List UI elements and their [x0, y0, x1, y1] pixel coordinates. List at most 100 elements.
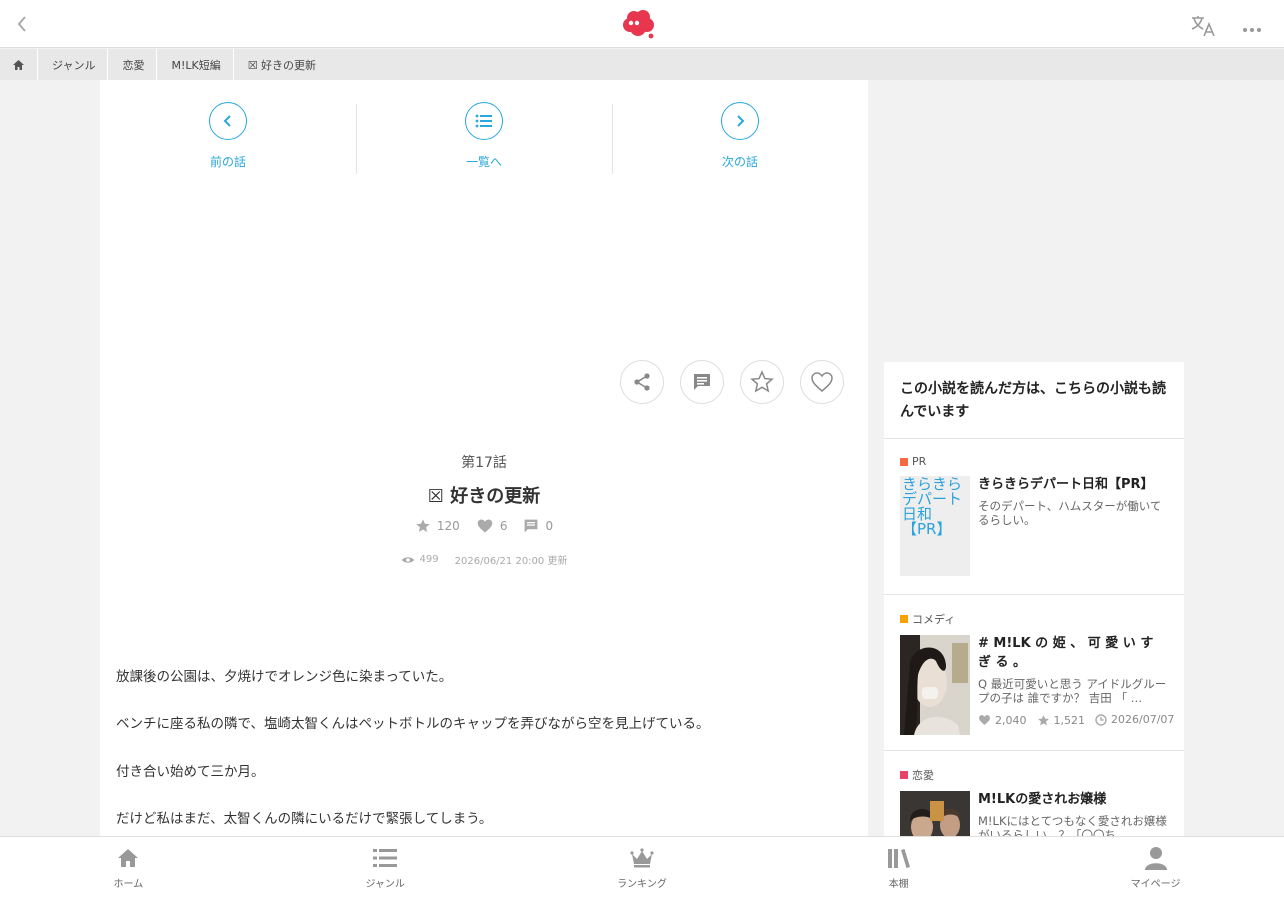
- breadcrumb-label: ☒ 好きの更新: [247, 58, 317, 72]
- tab-label: ランキング: [617, 879, 667, 890]
- back-button[interactable]: [10, 12, 34, 36]
- next-circle[interactable]: [721, 102, 759, 140]
- tab-bookshelf[interactable]: 本棚: [770, 837, 1027, 900]
- star-count-value: 1,521: [1053, 713, 1086, 727]
- list-icon: [372, 845, 398, 871]
- episode-stats: 120 6 0: [100, 518, 868, 534]
- episode-list-button[interactable]: 一覧へ: [356, 102, 612, 176]
- chevron-left-icon: [223, 115, 231, 127]
- translate-button[interactable]: [1190, 14, 1218, 38]
- cloud-logo: [623, 10, 654, 39]
- home-icon: [13, 59, 24, 70]
- breadcrumb-home[interactable]: [0, 49, 37, 80]
- breadcrumb-current: ☒ 好きの更新: [232, 49, 329, 80]
- like-count-value: 6: [499, 519, 508, 533]
- home-icon: [115, 845, 141, 871]
- genre-label: PR: [912, 455, 927, 469]
- breadcrumb: ジャンル 恋愛 M!LK短編 ☒ 好きの更新: [0, 49, 1284, 80]
- star-icon: [1037, 714, 1049, 725]
- view-count: 499: [401, 552, 439, 567]
- body-paragraph: 付き合い始めて三か月。: [116, 763, 265, 780]
- tab-ranking[interactable]: ランキング: [514, 837, 771, 900]
- clock-icon: [1095, 714, 1107, 726]
- recommendation-description: Q 最近可愛いと思う アイドルグループの子は 誰ですか？ 吉田 「 …: [978, 676, 1167, 706]
- share-icon: [634, 373, 650, 391]
- updated-date: 2026/06/21 20:00 更新: [454, 556, 568, 567]
- prev-circle[interactable]: [209, 102, 247, 140]
- body-paragraph: 放課後の公園は、夕焼けでオレンジ色に染まっていた。: [116, 669, 453, 685]
- recommendation-item[interactable]: コメディ # M!LK の 姫 、 可 愛 い す ぎ る 。 Q 最近可愛いと…: [884, 595, 1184, 752]
- tab-label: マイページ: [1130, 879, 1181, 890]
- comment-count-value: 0: [545, 519, 554, 533]
- genre-color-dot: [900, 615, 908, 624]
- like-button[interactable]: [800, 360, 844, 404]
- genre-label: コメディ: [912, 613, 956, 627]
- next-episode-label[interactable]: 次の話: [722, 153, 758, 170]
- user-icon: [1143, 845, 1169, 871]
- prev-episode-label[interactable]: 前の話: [210, 153, 246, 170]
- heart-icon: [979, 715, 990, 725]
- chevron-left-icon: [17, 16, 26, 32]
- prev-episode-button[interactable]: 前の話: [100, 102, 356, 176]
- cover-photo: [900, 635, 970, 736]
- list-circle[interactable]: [465, 102, 503, 140]
- episode-navigation: 前の話 一覧へ 次の話: [100, 102, 868, 176]
- breadcrumb-label: 恋愛: [122, 58, 145, 72]
- like-count-value: 2,040: [995, 713, 1027, 727]
- next-episode-button[interactable]: 次の話: [612, 102, 868, 176]
- genre-tag: 恋愛: [900, 767, 1168, 783]
- more-button[interactable]: [1240, 20, 1264, 32]
- recommendation-item[interactable]: 恋愛 M!LKの愛されお嬢様 M!LKにはとてつもなく愛されお嬢様がいるらしい……: [884, 751, 1184, 836]
- genre-color-dot: [900, 457, 908, 466]
- top-header: [0, 0, 1284, 48]
- cover-photo: [900, 791, 970, 836]
- breadcrumb-label: M!LK短編: [171, 58, 221, 72]
- update-date-value: 2026/07/07: [1111, 713, 1175, 727]
- episode-actions: [620, 360, 844, 404]
- star-icon: [416, 519, 430, 532]
- more-horizontal-icon: [1243, 28, 1261, 32]
- breadcrumb-genre[interactable]: ジャンル: [37, 49, 108, 80]
- episode-body: 放課後の公園は、夕焼けでオレンジ色に染まっていた。 ベンチに座る私の隣で、塩崎太…: [116, 668, 846, 836]
- cover-image[interactable]: [900, 791, 970, 836]
- genre-color-dot: [900, 771, 908, 780]
- bookmark-star-button[interactable]: [740, 360, 784, 404]
- tab-home[interactable]: ホーム: [0, 837, 257, 900]
- recommendation-item[interactable]: PR きらきらデパート日和【PR】 きらきらデパート日和【PR】 そのデパート、…: [884, 439, 1184, 596]
- star-count: 120: [415, 518, 460, 534]
- translate-icon: [1191, 16, 1215, 37]
- recommendation-title[interactable]: # M!LK の 姫 、 可 愛 い す ぎ る 。: [978, 635, 1168, 673]
- chevron-right-icon: [737, 115, 745, 127]
- share-button[interactable]: [620, 360, 664, 404]
- star-count-value: 120: [436, 519, 460, 533]
- sidebar-heading: この小説を読んだ方は、こちらの小説も読んでいます: [884, 362, 1184, 440]
- recommendation-title[interactable]: M!LKの愛されお嬢様: [978, 791, 1168, 810]
- update-date: 2026/07/07: [1095, 713, 1175, 727]
- breadcrumb-series[interactable]: M!LK短編: [156, 49, 233, 80]
- episode-list-label[interactable]: 一覧へ: [466, 153, 502, 170]
- eye-icon: [401, 556, 414, 563]
- star-icon: [750, 370, 774, 393]
- comment-count: 0: [523, 518, 553, 534]
- like-count: 2,040: [978, 714, 1027, 727]
- tab-genre[interactable]: ジャンル: [257, 837, 514, 900]
- site-logo[interactable]: [622, 8, 656, 40]
- recommendation-description: M!LKにはとてつもなく愛されお嬢様がいるらしい…？「〇〇ち: [978, 814, 1167, 836]
- cover-image[interactable]: [900, 635, 970, 736]
- episode-panel: 前の話 一覧へ 次の話 第17話 ☒ 好きの更新 120 6 0 499 202…: [100, 80, 868, 836]
- tab-mypage[interactable]: マイページ: [1027, 837, 1284, 900]
- view-count-value: 499: [419, 554, 439, 565]
- tab-label: 本棚: [888, 879, 909, 890]
- body-paragraph: ベンチに座る私の隣で、塩崎太智くんはペットボトルのキャップを弄びながら空を見上げ…: [116, 716, 710, 733]
- genre-tag: PR: [900, 455, 1168, 468]
- comment-button[interactable]: [680, 360, 724, 404]
- like-count: 6: [476, 518, 508, 534]
- cover-image[interactable]: きらきらデパート日和【PR】: [900, 476, 970, 577]
- heart-icon: [477, 519, 493, 533]
- breadcrumb-romance[interactable]: 恋愛: [107, 49, 157, 80]
- list-icon: [475, 114, 492, 128]
- genre-label: 恋愛: [912, 769, 934, 783]
- recommendation-title[interactable]: きらきらデパート日和【PR】: [978, 476, 1168, 495]
- bookshelf-icon: [886, 845, 912, 871]
- recommendation-description: そのデパート、ハムスターが働いてるらしい。: [978, 499, 1162, 528]
